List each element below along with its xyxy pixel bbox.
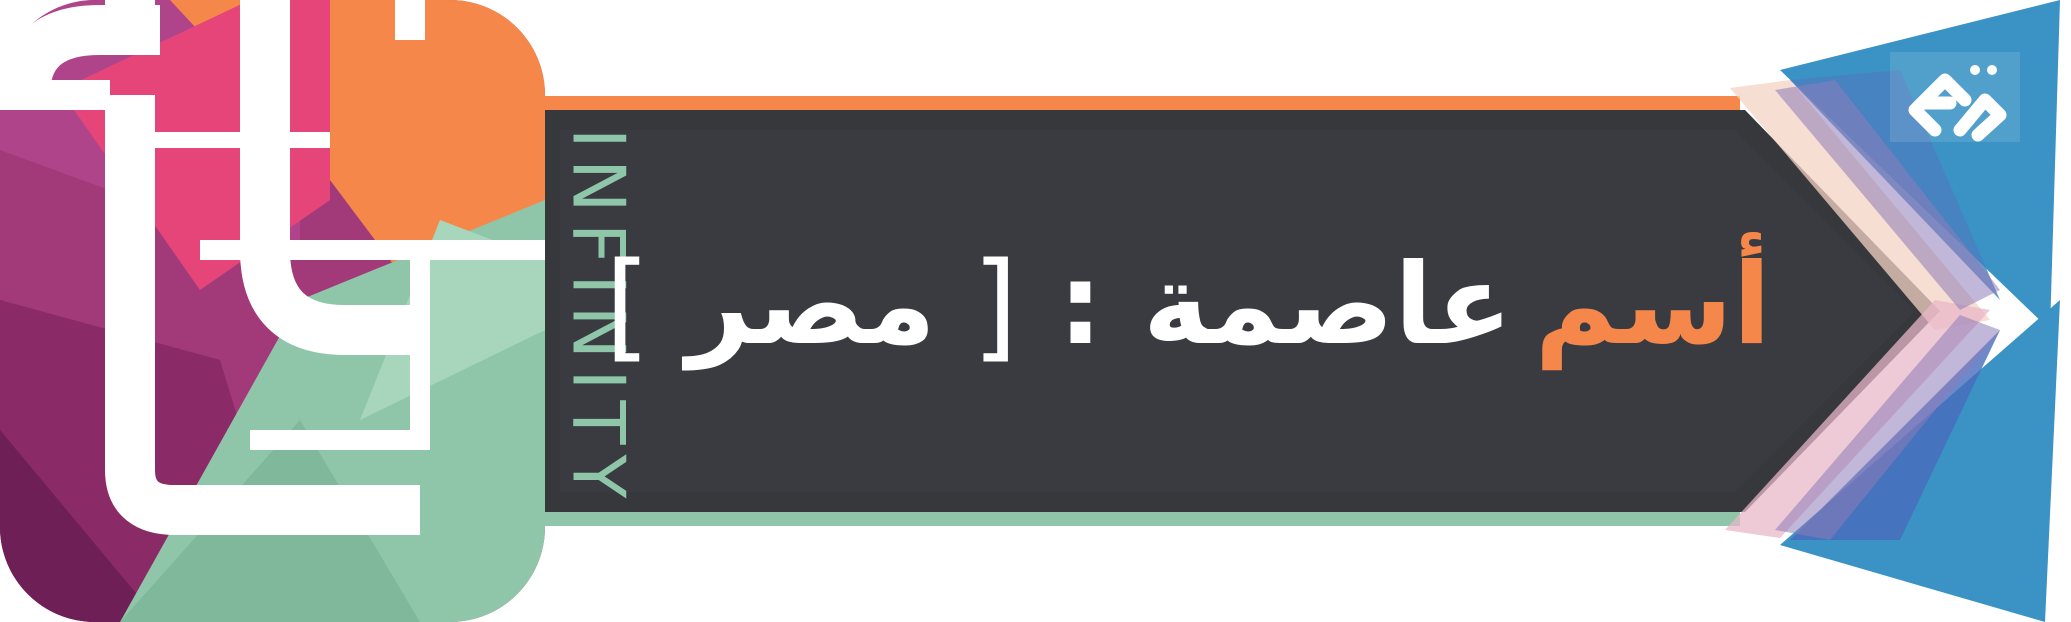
ribbon-top-stripe (540, 96, 1740, 110)
banner-title: أسم عاصمة : [ مصر ] (605, 220, 1771, 390)
title-bracket-close: ] (604, 236, 651, 374)
title-answer: مصر (686, 240, 936, 370)
title-bracket-open: [ (972, 236, 1019, 374)
title-prefix: أسم (1534, 240, 1771, 370)
title-colon: : (1058, 240, 1103, 370)
title-subject: عاصمة (1142, 240, 1513, 370)
ribbon-bottom-stripe (540, 512, 1740, 526)
